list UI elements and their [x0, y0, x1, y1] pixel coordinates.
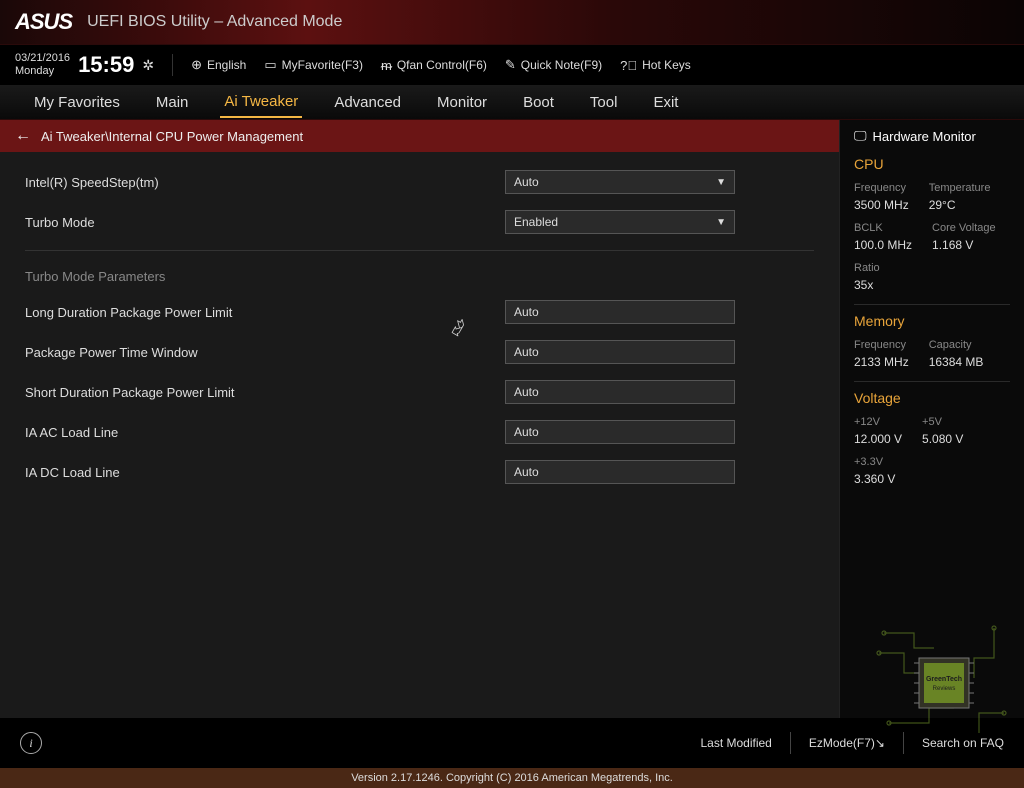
speedstep-label: Intel(R) SpeedStep(tm) [25, 175, 505, 190]
tab-monitor[interactable]: Monitor [433, 88, 491, 117]
myfavorite-button[interactable]: ▭ MyFavorite(F3) [264, 57, 363, 73]
ia-dc-input[interactable]: Auto [505, 460, 735, 484]
v5-value: 5.080 V [922, 432, 963, 446]
globe-icon: ⊕ [191, 57, 202, 73]
breadcrumb-text: Ai Tweaker\Internal CPU Power Management [41, 129, 303, 144]
clock-block: 03/21/2016 Monday 15:59 ✲ [15, 52, 154, 78]
turbo-dropdown[interactable]: Enabled ▼ [505, 210, 735, 234]
back-arrow-icon[interactable]: ← [15, 127, 31, 145]
myfavorite-label: MyFavorite(F3) [282, 58, 363, 72]
quicknote-button[interactable]: ✎ Quick Note(F9) [505, 57, 602, 73]
header-bar: ASUS UEFI BIOS Utility – Advanced Mode [0, 0, 1024, 45]
ezmode-button[interactable]: EzMode(F7)↘ [809, 736, 885, 750]
hotkeys-button[interactable]: ?⃣ Hot Keys [620, 58, 691, 73]
tab-my-favorites[interactable]: My Favorites [30, 88, 124, 117]
speedstep-dropdown[interactable]: Auto ▼ [505, 170, 735, 194]
qfan-button[interactable]: ᵯ Qfan Control(F6) [381, 58, 487, 73]
monitor-icon: 🖵 [854, 128, 867, 144]
turbo-params-header: Turbo Mode Parameters [25, 269, 814, 284]
chevron-down-icon: ▼ [716, 217, 726, 228]
hw-monitor-title: Hardware Monitor [873, 129, 976, 144]
language-button[interactable]: ⊕ English [191, 57, 246, 73]
version-footer: Version 2.17.1246. Copyright (C) 2016 Am… [0, 768, 1024, 788]
tab-main[interactable]: Main [152, 88, 193, 117]
time-window-input[interactable]: Auto [505, 340, 735, 364]
v12-value: 12.000 V [854, 432, 902, 446]
long-power-input[interactable]: Auto [505, 300, 735, 324]
topbar: 03/21/2016 Monday 15:59 ✲ ⊕ English ▭ My… [0, 45, 1024, 85]
app-title: UEFI BIOS Utility – Advanced Mode [87, 13, 342, 31]
tab-boot[interactable]: Boot [519, 88, 558, 117]
cpu-section-title: CPU [854, 156, 1010, 172]
short-power-label: Short Duration Package Power Limit [25, 385, 505, 400]
tab-exit[interactable]: Exit [649, 88, 682, 117]
tab-bar: My Favorites Main Ai Tweaker Advanced Mo… [0, 85, 1024, 120]
qfan-label: Qfan Control(F6) [397, 58, 487, 72]
fan-icon: ᵯ [381, 58, 392, 73]
speedstep-value: Auto [514, 175, 539, 189]
hotkeys-label: Hot Keys [642, 58, 691, 72]
mem-freq-value: 2133 MHz [854, 355, 909, 369]
search-faq-button[interactable]: Search on FAQ [922, 736, 1004, 750]
quicknote-label: Quick Note(F9) [521, 58, 602, 72]
voltage-section-title: Voltage [854, 390, 1010, 406]
cpu-ratio-value: 35x [854, 278, 880, 292]
last-modified-button[interactable]: Last Modified [700, 736, 771, 750]
brand-logo: ASUS [15, 9, 72, 35]
v33-value: 3.360 V [854, 472, 895, 486]
ia-ac-input[interactable]: Auto [505, 420, 735, 444]
date-text: 03/21/2016 [15, 52, 70, 65]
cpu-temp-value: 29°C [929, 198, 991, 212]
tab-ai-tweaker[interactable]: Ai Tweaker [220, 87, 302, 118]
hardware-monitor-sidebar: 🖵 Hardware Monitor CPU Frequency3500 MHz… [839, 120, 1024, 718]
gear-icon[interactable]: ✲ [142, 57, 154, 74]
separator [172, 54, 173, 76]
cpu-vcore-value: 1.168 V [932, 238, 996, 252]
language-label: English [207, 58, 246, 72]
cpu-bclk-value: 100.0 MHz [854, 238, 912, 252]
mem-cap-value: 16384 MB [929, 355, 984, 369]
keyboard-icon: ?⃣ [620, 58, 637, 73]
note-icon: ✎ [505, 57, 516, 73]
clock-time: 15:59 [78, 52, 134, 78]
short-power-input[interactable]: Auto [505, 380, 735, 404]
ia-dc-label: IA DC Load Line [25, 465, 505, 480]
turbo-value: Enabled [514, 215, 558, 229]
turbo-label: Turbo Mode [25, 215, 505, 230]
memory-section-title: Memory [854, 313, 1010, 329]
breadcrumb-bar: ← Ai Tweaker\Internal CPU Power Manageme… [0, 120, 839, 152]
chevron-down-icon: ▼ [716, 177, 726, 188]
tab-tool[interactable]: Tool [586, 88, 622, 117]
long-power-label: Long Duration Package Power Limit [25, 305, 505, 320]
content-pane: ← Ai Tweaker\Internal CPU Power Manageme… [0, 120, 839, 718]
info-icon[interactable]: i [20, 732, 42, 754]
footer-bar: i Last Modified EzMode(F7)↘ Search on FA… [0, 718, 1024, 768]
day-text: Monday [15, 65, 70, 78]
ia-ac-label: IA AC Load Line [25, 425, 505, 440]
version-text: Version 2.17.1246. Copyright (C) 2016 Am… [351, 772, 673, 784]
tab-advanced[interactable]: Advanced [330, 88, 405, 117]
time-window-label: Package Power Time Window [25, 345, 505, 360]
favorite-icon: ▭ [264, 57, 276, 73]
cpu-freq-value: 3500 MHz [854, 198, 909, 212]
